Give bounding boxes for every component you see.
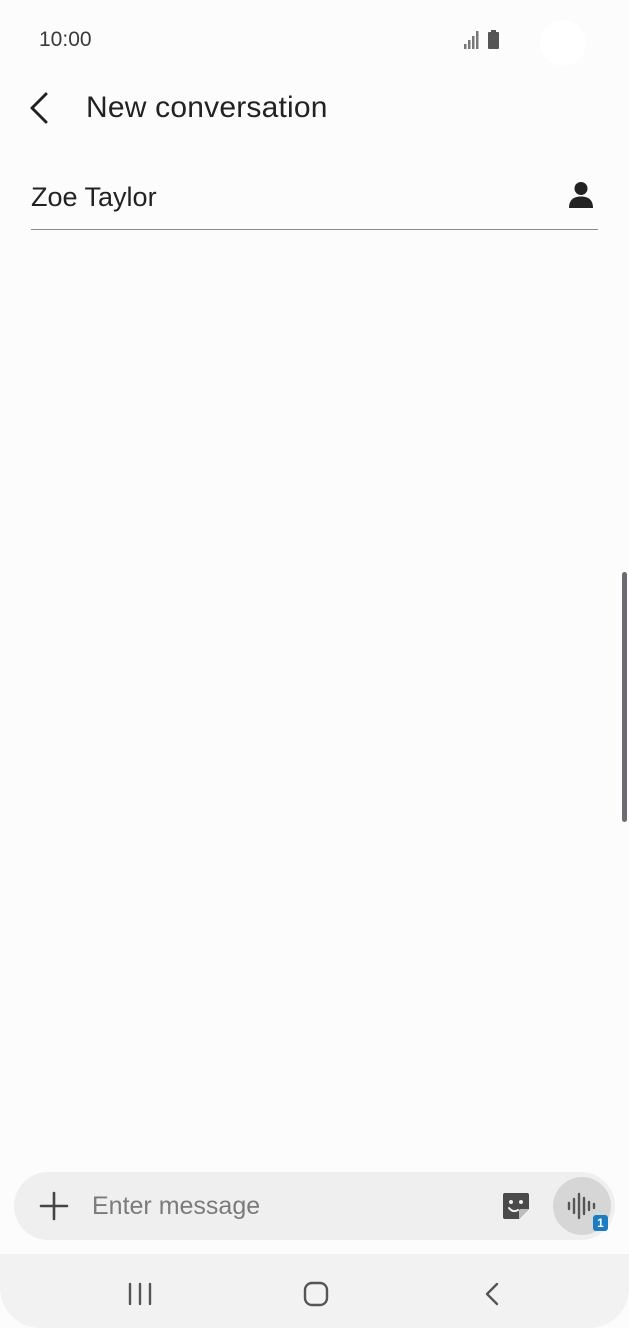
battery-icon xyxy=(488,30,499,49)
navigation-bar xyxy=(0,1254,629,1328)
voice-badge: 1 xyxy=(593,1215,608,1231)
home-icon xyxy=(303,1281,329,1307)
status-icons xyxy=(462,29,506,51)
recents-icon xyxy=(128,1282,152,1306)
home-button[interactable] xyxy=(298,1278,334,1310)
plus-icon xyxy=(39,1191,69,1221)
sticker-icon xyxy=(503,1193,529,1219)
signal-icon xyxy=(464,30,499,49)
nav-back-button[interactable] xyxy=(478,1278,506,1310)
message-input[interactable] xyxy=(92,1186,482,1226)
message-composer: 1 xyxy=(14,1172,615,1240)
contact-picker-button[interactable] xyxy=(568,180,594,212)
sticker-button[interactable] xyxy=(500,1190,532,1222)
status-bar: 10:00 xyxy=(0,0,629,80)
back-icon xyxy=(485,1282,499,1306)
camera-cutout xyxy=(540,20,586,66)
back-button[interactable] xyxy=(22,88,58,128)
recipient-name[interactable]: Zoe Taylor xyxy=(31,182,157,213)
person-icon xyxy=(569,182,593,208)
add-attachment-button[interactable] xyxy=(38,1190,70,1222)
page-title: New conversation xyxy=(86,91,328,124)
app-bar: New conversation xyxy=(0,80,629,140)
recents-button[interactable] xyxy=(122,1280,158,1308)
status-time: 10:00 xyxy=(39,28,92,51)
scroll-indicator[interactable] xyxy=(622,572,627,822)
voice-input-button[interactable]: 1 xyxy=(553,1177,611,1235)
recipient-field[interactable]: Zoe Taylor xyxy=(31,170,598,230)
chevron-left-icon xyxy=(30,92,48,124)
